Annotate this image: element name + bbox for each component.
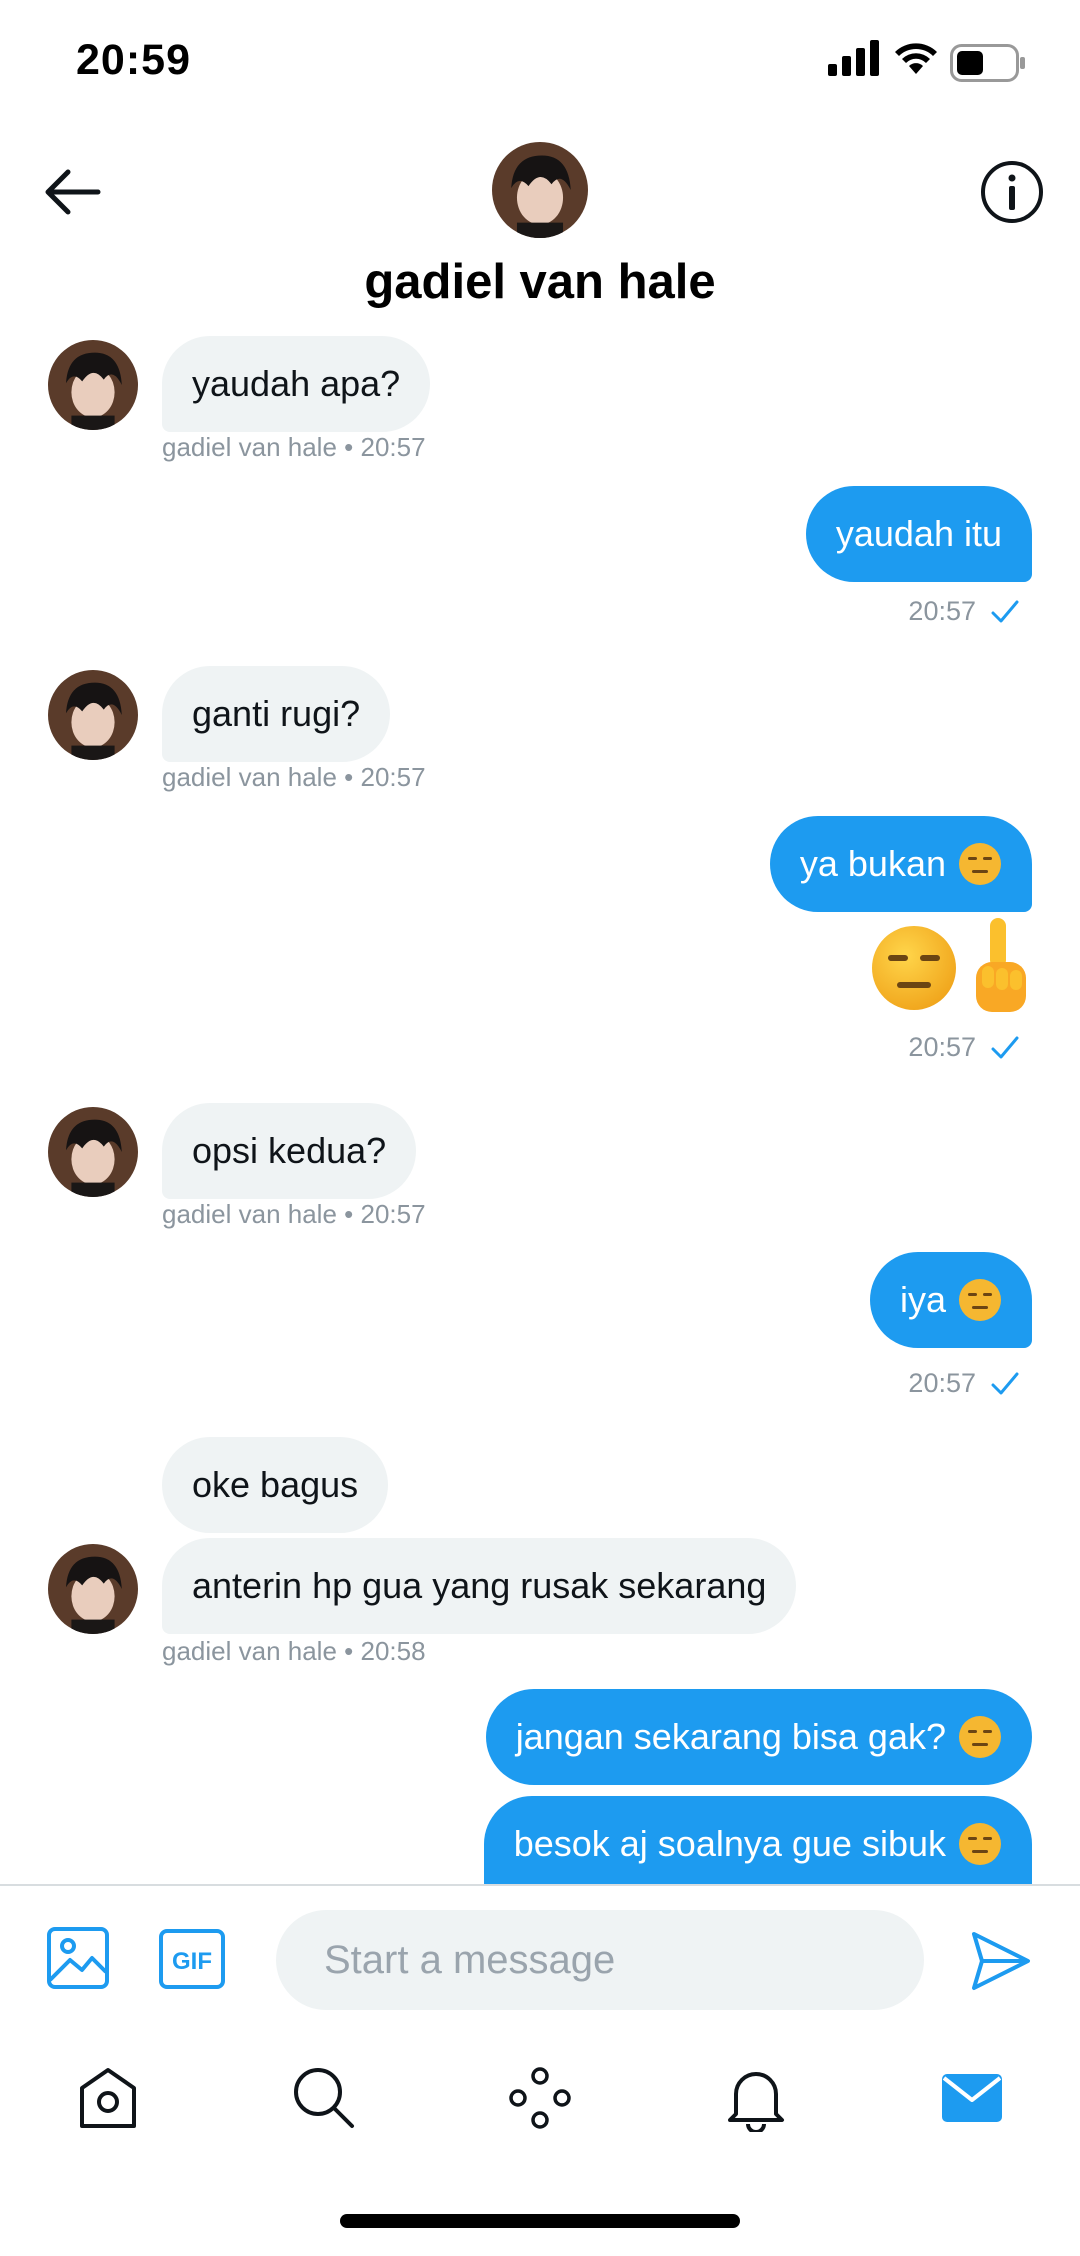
message-avatar[interactable] xyxy=(48,670,138,760)
outgoing-message[interactable]: ya bukan xyxy=(769,816,1032,912)
home-indicator[interactable] xyxy=(340,2214,740,2228)
avatar-photo xyxy=(492,142,588,238)
signal-icon xyxy=(828,40,879,76)
outgoing-message[interactable]: jangan sekarang bisa gak? xyxy=(485,1689,1032,1785)
message-meta: gadiel van hale • 20:58 xyxy=(162,1636,426,1667)
sender-name: gadiel van hale xyxy=(162,1636,337,1666)
message-time: • 20:58 xyxy=(344,1636,426,1666)
sender-name: gadiel van hale xyxy=(162,432,337,462)
message-text: opsi kedua? xyxy=(192,1130,387,1171)
message-time: • 20:57 xyxy=(344,1199,426,1229)
expressionless-emoji-icon xyxy=(958,1278,1002,1322)
message-text: anterin hp gua yang rusak sekarang xyxy=(192,1565,767,1606)
wifi-icon xyxy=(895,43,937,74)
contact-name[interactable]: gadiel van hale xyxy=(0,254,1080,310)
outgoing-message[interactable]: yaudah itu xyxy=(805,486,1032,582)
message-text: ganti rugi? xyxy=(192,693,361,734)
info-icon[interactable] xyxy=(978,158,1046,226)
notifications-icon[interactable] xyxy=(722,2064,790,2132)
pointing-up-emoji-icon xyxy=(976,918,1026,1012)
message-meta: 20:57 xyxy=(908,1032,1020,1063)
outgoing-message[interactable]: iya xyxy=(869,1252,1032,1348)
message-meta: 20:57 xyxy=(908,596,1020,627)
incoming-message[interactable]: oke bagus xyxy=(162,1437,389,1533)
status-bar: 20:59 xyxy=(0,0,1080,120)
incoming-message[interactable]: opsi kedua? xyxy=(162,1103,417,1199)
message-time: • 20:57 xyxy=(344,432,426,462)
messages-icon[interactable] xyxy=(938,2064,1006,2132)
gif-icon[interactable]: GIF xyxy=(158,1928,226,1990)
message-meta: gadiel van hale • 20:57 xyxy=(162,1199,426,1230)
bottom-navigation xyxy=(0,2034,1080,2184)
image-icon[interactable] xyxy=(46,1926,110,1990)
contact-avatar[interactable] xyxy=(492,142,588,238)
message-time: 20:57 xyxy=(908,1032,976,1062)
check-icon xyxy=(991,1036,1019,1058)
message-composer: GIF Start a message xyxy=(0,1884,1080,2034)
expressionless-emoji-icon xyxy=(958,1822,1002,1866)
emoji-message[interactable] xyxy=(870,918,1032,1018)
avatar-photo xyxy=(48,1107,138,1197)
gif-label: GIF xyxy=(172,1948,212,1975)
avatar-photo xyxy=(48,1544,138,1634)
message-text: iya xyxy=(899,1279,946,1320)
search-icon[interactable] xyxy=(290,2064,358,2132)
message-text: besok aj soalnya gue sibuk xyxy=(513,1823,946,1864)
sender-name: gadiel van hale xyxy=(162,1199,337,1229)
battery-icon xyxy=(950,44,1025,82)
status-time: 20:59 xyxy=(76,36,191,84)
send-icon[interactable] xyxy=(968,1928,1034,1994)
message-text: yaudah itu xyxy=(835,513,1002,554)
incoming-message[interactable]: anterin hp gua yang rusak sekarang xyxy=(162,1538,797,1634)
check-icon xyxy=(991,600,1019,622)
avatar-photo xyxy=(48,670,138,760)
expressionless-emoji-icon xyxy=(872,926,956,1010)
message-input-placeholder: Start a message xyxy=(324,1937,616,1982)
message-meta: 20:57 xyxy=(908,1368,1020,1399)
message-text: ya bukan xyxy=(799,843,946,884)
sender-name: gadiel van hale xyxy=(162,762,337,792)
message-time: • 20:57 xyxy=(344,762,426,792)
avatar-photo xyxy=(48,340,138,430)
message-text: yaudah apa? xyxy=(192,363,401,404)
message-meta: gadiel van hale • 20:57 xyxy=(162,762,426,793)
conversation-header: gadiel van hale xyxy=(0,120,1080,330)
home-icon[interactable] xyxy=(74,2064,142,2132)
incoming-message[interactable]: yaudah apa? xyxy=(162,336,431,432)
message-time: 20:57 xyxy=(908,1368,976,1398)
message-meta: gadiel van hale • 20:57 xyxy=(162,432,426,463)
message-avatar[interactable] xyxy=(48,340,138,430)
spaces-icon[interactable] xyxy=(506,2064,574,2132)
message-time: 20:57 xyxy=(908,596,976,626)
message-avatar[interactable] xyxy=(48,1544,138,1634)
outgoing-message[interactable]: besok aj soalnya gue sibuk xyxy=(483,1796,1032,1884)
back-arrow-icon[interactable] xyxy=(40,160,104,224)
message-text: jangan sekarang bisa gak? xyxy=(515,1716,946,1757)
message-avatar[interactable] xyxy=(48,1107,138,1197)
incoming-message[interactable]: ganti rugi? xyxy=(162,666,391,762)
message-input[interactable]: Start a message xyxy=(276,1910,924,2010)
message-text: oke bagus xyxy=(192,1464,359,1505)
expressionless-emoji-icon xyxy=(958,1715,1002,1759)
check-icon xyxy=(991,1372,1019,1394)
expressionless-emoji-icon xyxy=(958,842,1002,886)
